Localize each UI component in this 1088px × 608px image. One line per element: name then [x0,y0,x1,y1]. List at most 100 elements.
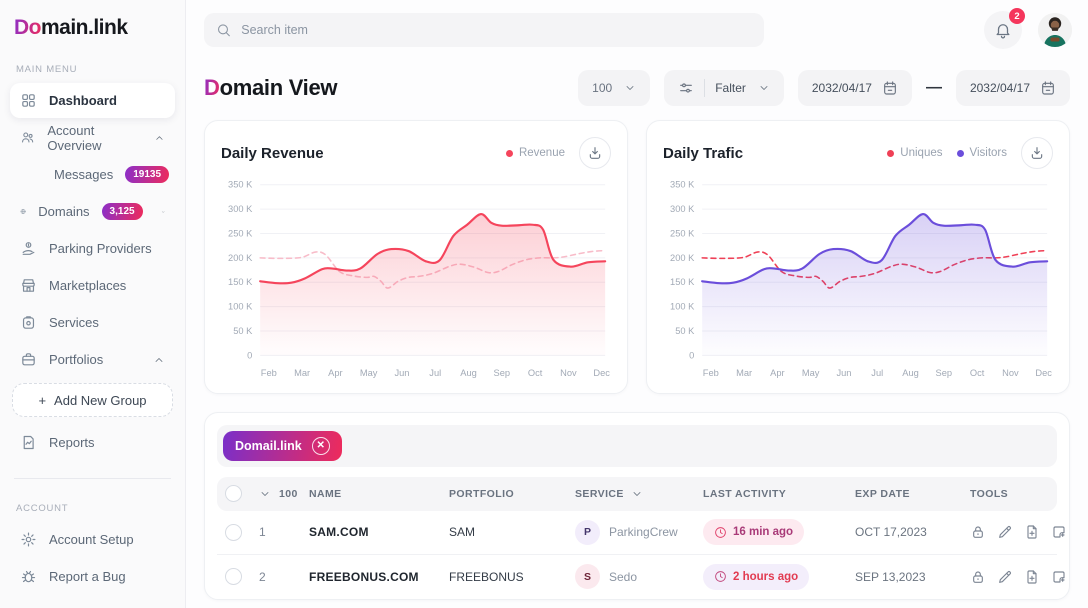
sidebar-item-account-overview[interactable]: Account Overview [10,120,175,155]
remove-filter-icon[interactable]: ✕ [312,437,330,455]
legend-dot [506,150,513,157]
sidebar-item-domains[interactable]: Domains 3,125 [10,194,175,229]
revenue-chart-svg: 050 K100 K150 K200 K250 K300 K350 KFebMa… [219,175,613,383]
svg-text:Apr: Apr [770,368,784,378]
svg-text:300 K: 300 K [228,204,253,214]
chevron-down-icon [624,82,636,94]
download-chart-button[interactable] [1021,137,1053,169]
row-checkbox[interactable] [225,568,242,585]
svg-text:50 K: 50 K [675,326,695,336]
sidebar-item-parking-providers[interactable]: Parking Providers [10,231,175,266]
clock-icon [714,526,727,539]
sidebar-item-label: Portfolios [49,352,103,367]
filter-tag-label: Domail.link [235,439,302,453]
logo-rest: main.link [41,16,128,39]
sidebar-item-report-a-bug[interactable]: Report a Bug [10,559,175,594]
domain-name: FREEBONUS.COM [309,570,449,584]
sidebar-item-marketplaces[interactable]: Marketplaces [10,268,175,303]
download-icon [587,145,603,161]
storefront-icon [20,277,37,294]
date-from-value: 2032/04/17 [812,81,872,95]
col-portfolio[interactable]: PORTFOLIO [449,488,575,500]
people-icon [20,129,35,146]
lock-icon[interactable] [970,569,986,585]
search-icon [216,22,231,38]
legend-uniques: Uniques [887,147,942,159]
filter-label: Falter [715,81,746,95]
col-name[interactable]: NAME [309,488,449,500]
sidebar-item-services[interactable]: Services [10,305,175,340]
note-add-icon[interactable] [1051,569,1067,585]
sidebar-item-portfolios[interactable]: Portfolios [10,342,175,377]
search-input[interactable] [241,23,752,37]
trafic-chart-svg: 050 K100 K150 K200 K250 K300 K350 KFebMa… [661,175,1055,383]
svg-text:Jul: Jul [871,368,883,378]
svg-text:Aug: Aug [460,368,477,378]
svg-text:Oct: Oct [528,368,543,378]
svg-text:150 K: 150 K [670,277,695,287]
svg-text:200 K: 200 K [228,253,253,263]
lock-icon[interactable] [970,524,986,540]
svg-text:Jun: Jun [394,368,409,378]
filter-tag-chip[interactable]: Domail.link ✕ [223,431,342,461]
sidebar-item-messages[interactable]: Messages 19135 [10,157,175,192]
chevron-up-icon [154,132,165,144]
main-area: 2 Domain View 100 Falter [186,0,1088,608]
report-doc-icon [20,434,37,451]
file-plus-icon[interactable] [1024,569,1040,585]
date-from-picker[interactable]: 2032/04/17 [798,70,912,106]
title-gradient-part: D [204,75,220,100]
select-all-checkbox[interactable] [225,485,242,502]
chevron-down-icon[interactable] [259,488,271,500]
col-service[interactable]: SERVICE [575,488,703,500]
bell-icon [994,21,1012,39]
date-to-value: 2032/04/17 [970,81,1030,95]
date-to-picker[interactable]: 2032/04/17 [956,70,1070,106]
edit-pencil-icon[interactable] [997,569,1013,585]
add-new-group-label: Add New Group [54,393,147,408]
row-checkbox[interactable] [225,524,242,541]
exp-date: OCT 17,2023 [855,525,970,539]
main-menu-label: MAIN MENU [16,64,169,75]
col-last-activity[interactable]: LAST ACTIVITY [703,488,855,500]
user-avatar[interactable] [1038,13,1072,47]
download-chart-button[interactable] [579,137,611,169]
filter-dropdown[interactable]: Falter [664,70,784,106]
svg-text:Feb: Feb [261,368,277,378]
file-plus-icon[interactable] [1024,524,1040,540]
service-box-icon [20,314,37,331]
table-row[interactable]: 2 FREEBONUS.COM FREEBONUS S Sedo 2 hours… [217,555,1057,599]
svg-text:100 K: 100 K [670,302,695,312]
sidebar-item-label: Report a Bug [49,569,126,584]
sidebar-item-dashboard[interactable]: Dashboard [10,83,175,118]
table-header-row: 100 NAME PORTFOLIO SERVICE LAST ACTIVITY… [217,477,1057,511]
sidebar-item-label: Account Overview [47,123,142,153]
sidebar-item-label: Services [49,315,99,330]
svg-text:250 K: 250 K [228,228,253,238]
service-avatar: P [575,520,600,545]
sliders-icon [678,80,694,96]
svg-text:300 K: 300 K [670,204,695,214]
add-new-group-button[interactable]: + Add New Group [12,383,173,417]
page-size-dropdown[interactable]: 100 [578,70,650,106]
row-index: 2 [259,570,309,584]
edit-pencil-icon[interactable] [997,524,1013,540]
sidebar-item-account-setup[interactable]: Account Setup [10,522,175,557]
svg-text:Mar: Mar [294,368,310,378]
chart-title: Daily Revenue [221,145,324,162]
svg-text:Aug: Aug [902,368,919,378]
notifications-button[interactable]: 2 [984,11,1022,49]
sidebar-item-reports[interactable]: Reports [10,425,175,460]
svg-text:May: May [360,368,378,378]
table-row[interactable]: 1 SAM.COM SAM P ParkingCrew 16 min ago O… [217,511,1057,555]
col-tools: TOOLS [970,488,1049,500]
logo-gradient-part: Do [14,16,41,39]
revenue-chart: 050 K100 K150 K200 K250 K300 K350 KFebMa… [219,175,613,383]
search-bar[interactable] [204,13,764,47]
svg-text:0: 0 [689,350,694,360]
note-add-icon[interactable] [1051,524,1067,540]
portfolio-name: FREEBONUS [449,570,575,584]
sidebar: Domain.link MAIN MENU Dashboard Account … [0,0,186,608]
col-exp-date[interactable]: EXP DATE [855,488,970,500]
legend-revenue: Revenue [506,147,565,159]
